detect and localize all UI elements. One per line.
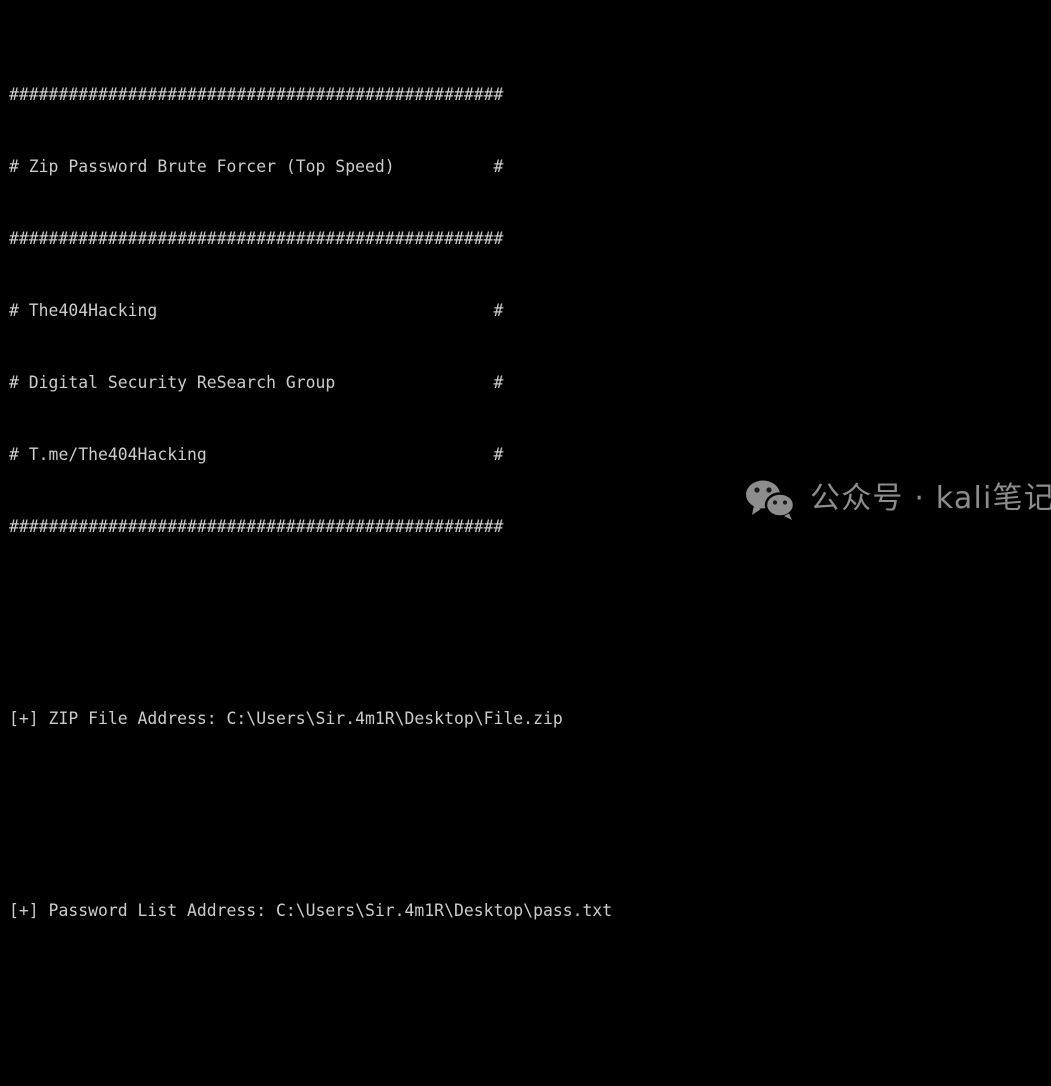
banner-org: # The404Hacking #: [9, 301, 504, 320]
zip-file-address-line: [+] ZIP File Address: C:\Users\Sir.4m1R\…: [9, 709, 563, 728]
wechat-icon: [746, 480, 796, 520]
console-output: ########################################…: [0, 11, 1051, 1086]
banner-rule-top: ########################################…: [9, 85, 504, 104]
watermark: 公众号 · kali笔记: [745, 478, 1051, 520]
banner-link: # T.me/The404Hacking #: [9, 445, 504, 464]
banner-title: # Zip Password Brute Forcer (Top Speed) …: [9, 157, 504, 176]
watermark-text: 公众号 · kali笔记: [810, 481, 1051, 516]
banner-description: # Digital Security ReSearch Group #: [9, 373, 504, 392]
terminal-window[interactable]: ########################################…: [0, 0, 1051, 920]
password-list-address-line: [+] Password List Address: C:\Users\Sir.…: [9, 901, 613, 920]
banner-rule-mid: ########################################…: [9, 229, 504, 248]
